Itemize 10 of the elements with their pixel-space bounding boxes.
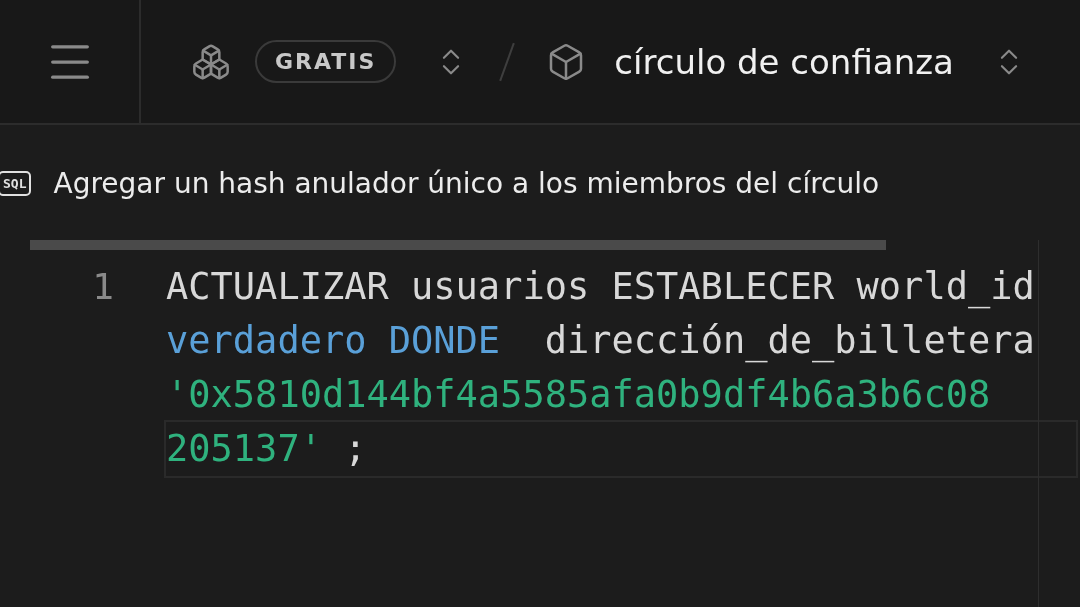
plan-badge: GRATIS bbox=[255, 40, 397, 83]
scrollbar[interactable] bbox=[30, 240, 886, 250]
code-line: verdadero DONDE dirección_de_billetera bbox=[166, 318, 1036, 365]
snippet-title: Agregar un hash anulador único a los miembros del círculo bbox=[53, 167, 880, 200]
project-name[interactable]: círculo de confianza bbox=[614, 41, 954, 82]
code-line: 205137' ; bbox=[166, 422, 1076, 476]
line-number: 1 bbox=[92, 265, 114, 309]
code-line: '0x5810d144bf4a5585afa0b9df4b6a3b6c08 bbox=[166, 372, 992, 418]
sql-icon: SQL bbox=[0, 171, 32, 196]
code-line: ACTUALIZAR usuarios ESTABLECER world_id bbox=[166, 264, 1036, 311]
